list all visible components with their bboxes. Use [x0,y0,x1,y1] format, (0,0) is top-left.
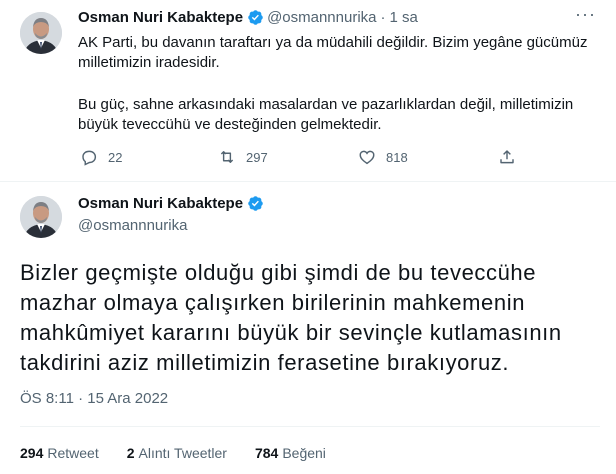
verified-badge-icon [248,196,263,211]
author-handle[interactable]: @osmannnurika [267,9,376,26]
reply-icon [82,150,97,166]
verified-badge-icon [248,10,263,25]
share-button[interactable] [498,148,516,166]
retweets-stat[interactable]: 294 Retweet [20,445,99,461]
divider [0,181,616,182]
like-count: 818 [386,149,408,165]
retweet-count: 297 [246,149,268,165]
like-button[interactable]: 818 [358,148,408,166]
tweet-text-paragraph-2: Bu güç, sahne arkasındaki masalardan ve … [78,96,574,133]
divider [20,426,600,427]
heart-icon [359,150,375,165]
tweet-stats: 294 Retweet 2 Alıntı Tweetler 784 Beğeni [20,445,326,461]
share-icon [500,150,514,164]
reply-button[interactable]: 22 [80,148,122,166]
tweet-timestamp[interactable]: ÖS 8:11 · 15 Ara 2022 [20,390,168,407]
retweet-icon [220,151,234,163]
likes-stat[interactable]: 784 Beğeni [255,445,326,461]
reply-count: 22 [108,149,123,165]
avatar[interactable] [20,12,62,54]
avatar[interactable] [20,196,62,238]
tweet-text: Bizler geçmişte olduğu gibi şimdi de bu … [20,260,562,375]
tweet-text-paragraph-1: AK Parti, bu davanın taraftarı ya da müd… [78,34,588,71]
author-name[interactable]: Osman Nuri Kabaktepe [78,195,243,212]
retweet-button[interactable]: 297 [218,148,268,166]
author-handle[interactable]: @osmannnurika [78,217,187,234]
separator-dot: · [380,9,386,26]
author-name[interactable]: Osman Nuri Kabaktepe [78,9,243,26]
quotes-stat[interactable]: 2 Alıntı Tweetler [127,445,227,461]
tweet-time[interactable]: 1 sa [390,9,418,26]
more-dots-icon[interactable]: ··· [575,4,596,25]
